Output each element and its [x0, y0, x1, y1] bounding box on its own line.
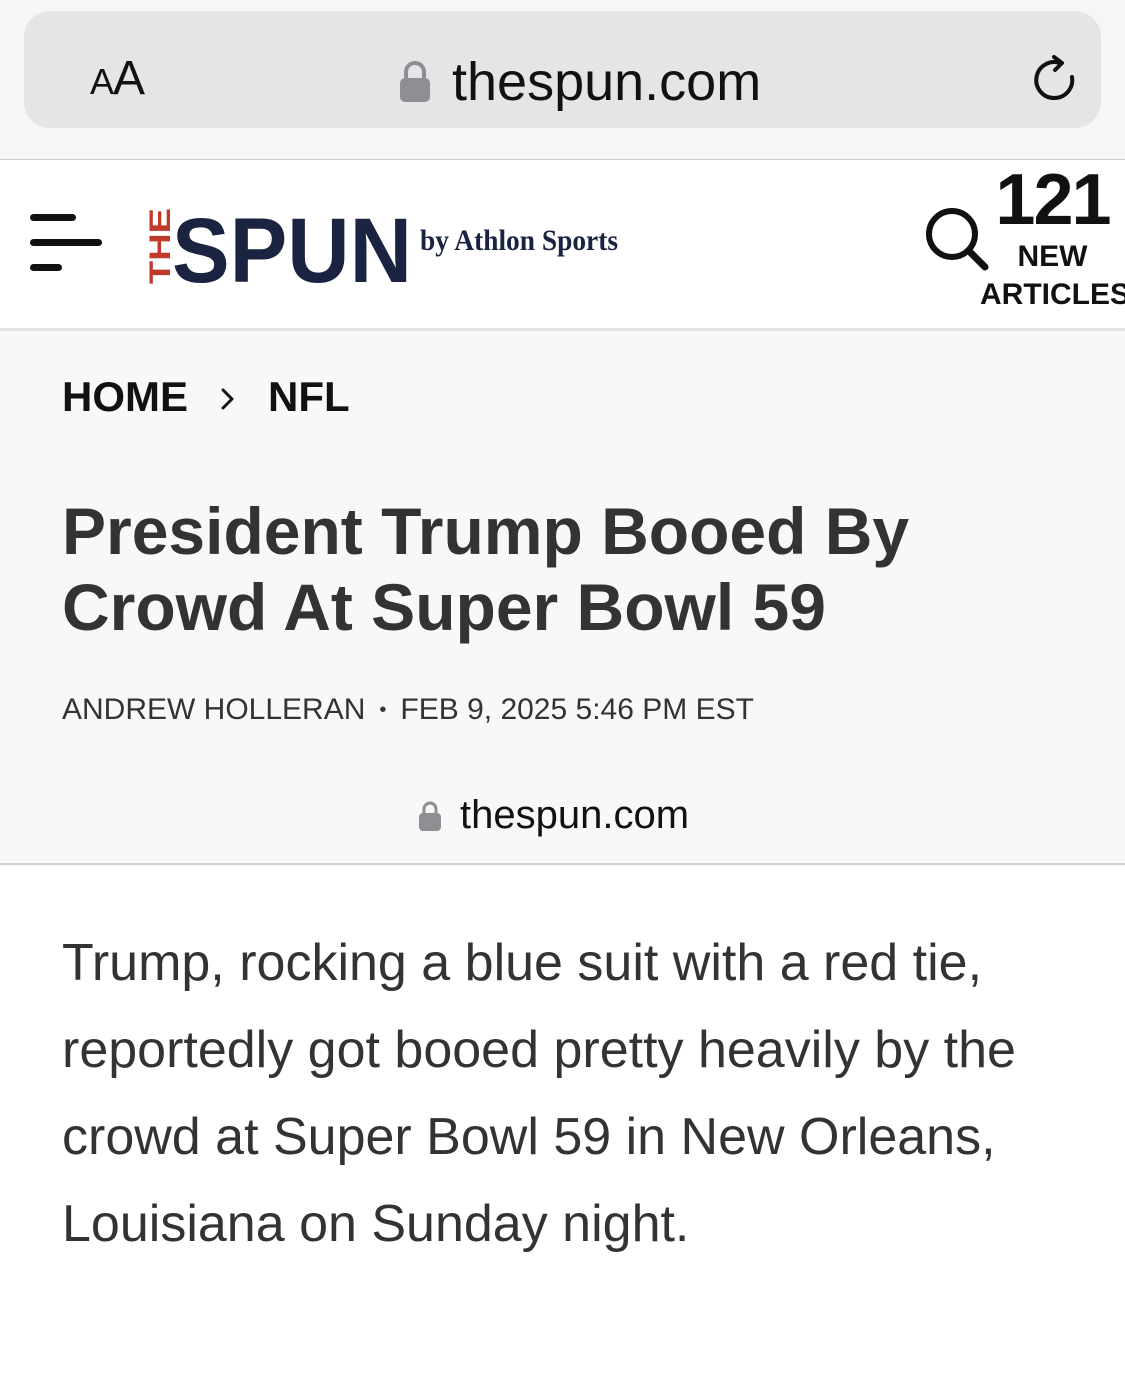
new-articles-label: NEW — [1017, 240, 1088, 273]
address-host[interactable]: thespun.com — [398, 47, 761, 117]
author-name[interactable]: ANDREW HOLLERAN — [62, 693, 365, 727]
lock-icon — [419, 801, 441, 831]
breadcrumb-home[interactable]: HOME — [62, 373, 188, 421]
article-title: President Trump Booed By Crowd At Super … — [62, 494, 910, 644]
address-text: thespun.com — [452, 52, 762, 112]
breadcrumb-nfl[interactable]: NFL — [268, 373, 350, 421]
logo-spun: SPUN — [172, 206, 412, 286]
article-byline: ANDREW HOLLERAN • FEB 9, 2025 5:46 PM ES… — [62, 693, 754, 727]
new-articles-count: 121 — [995, 160, 1111, 240]
new-articles-label-2: ARTICLES — [980, 278, 1125, 311]
chevron-right-icon — [221, 388, 234, 410]
site-logo[interactable]: THE SPUN by Athlon Sports — [140, 206, 630, 286]
article-body: Trump, rocking a blue suit with a red ti… — [62, 934, 1016, 1253]
logo-byline: by Athlon Sports — [420, 224, 618, 257]
reload-icon[interactable] — [1028, 53, 1084, 109]
browser-toolbar: AA thespun.com — [0, 0, 1125, 160]
site-host-label: thespun.com — [418, 793, 689, 838]
breadcrumb: HOME NFL — [62, 373, 350, 421]
lock-icon — [400, 61, 430, 102]
text-size-button[interactable]: AA — [90, 51, 145, 106]
new-articles-badge[interactable]: 121 NEW ARTICLES — [980, 162, 1125, 314]
section-divider — [0, 863, 1125, 865]
address-bar[interactable]: AA thespun.com — [24, 11, 1101, 128]
site-header: THE SPUN by Athlon Sports 121 NEW ARTICL… — [0, 160, 1125, 331]
site-host-text: thespun.com — [460, 793, 690, 837]
article-header: HOME NFL President Trump Booed By Crowd … — [0, 331, 1125, 861]
menu-icon[interactable] — [30, 214, 104, 272]
byline-separator: • — [379, 698, 387, 721]
publish-date: FEB 9, 2025 5:46 PM EST — [400, 693, 754, 726]
